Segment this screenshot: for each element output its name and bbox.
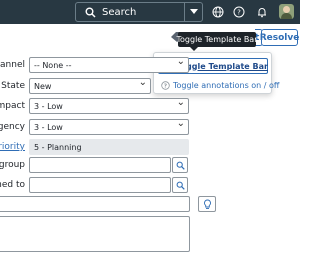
search-icon <box>82 4 98 20</box>
resolve-button-label: Resolve <box>259 32 300 43</box>
priority-label[interactable]: Priority <box>0 142 25 152</box>
impact-select[interactable]: 3 - Low <box>29 97 189 114</box>
channel-label: Channel <box>0 60 25 70</box>
bell-icon[interactable] <box>255 5 269 19</box>
impact-value: 3 - Low <box>34 101 63 111</box>
menu-item-label: Toggle Template Bar <box>176 61 268 71</box>
channel-select[interactable]: -- None -- <box>29 56 189 73</box>
priority-value: 5 - Planning <box>34 142 82 152</box>
short-description-input[interactable] <box>0 196 190 212</box>
menu-item-toggle-annotations[interactable]: ? Toggle annotations on / off <box>158 77 279 93</box>
assignment-group-lookup-button[interactable] <box>172 157 188 173</box>
channel-value: -- None -- <box>34 60 72 70</box>
state-value: New <box>34 81 52 91</box>
search-input[interactable]: Search <box>102 7 184 18</box>
impact-label: Impact <box>0 101 25 111</box>
avatar[interactable] <box>279 4 294 19</box>
state-select[interactable]: New <box>29 77 151 94</box>
menu-item-label: Toggle annotations on / off <box>173 80 280 90</box>
assignment-group-input[interactable] <box>29 157 171 173</box>
assigned-to-lookup-button[interactable] <box>172 177 188 193</box>
state-label: State <box>1 81 25 91</box>
assigned-to-label: gned to <box>0 180 25 190</box>
assignment-group-label: t group <box>0 160 25 170</box>
help-icon[interactable]: ? <box>232 5 246 19</box>
chevron-down-icon[interactable] <box>184 3 202 21</box>
assigned-to-input[interactable] <box>29 177 171 193</box>
search-icon <box>176 161 185 170</box>
urgency-label: Urgency <box>0 122 25 132</box>
urgency-select[interactable]: 3 - Low <box>29 118 189 135</box>
svg-text:?: ? <box>237 9 241 17</box>
global-search[interactable]: Search <box>75 2 203 22</box>
urgency-value: 3 - Low <box>34 122 63 132</box>
tooltip: Toggle Template Bar <box>177 32 258 51</box>
lightbulb-icon <box>203 199 211 209</box>
search-icon <box>176 181 185 190</box>
top-nav-bar: Search ? <box>0 0 300 24</box>
description-textarea[interactable] <box>0 216 190 252</box>
priority-field: 5 - Planning <box>29 139 189 155</box>
suggestion-button[interactable] <box>198 196 216 212</box>
help-circle-icon: ? <box>161 80 170 90</box>
resolve-button[interactable]: Resolve <box>259 29 300 46</box>
help-glyph: ? <box>164 83 167 89</box>
globe-icon[interactable] <box>211 5 225 19</box>
